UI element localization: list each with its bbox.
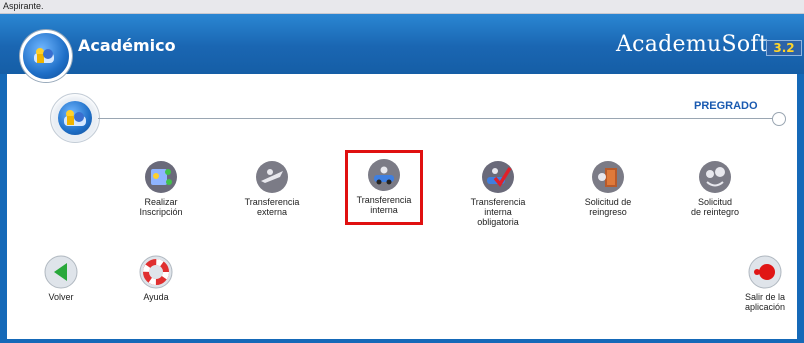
lifebuoy-icon <box>139 255 173 289</box>
section-divider-end <box>772 112 786 126</box>
checkmark-car-icon <box>481 160 515 194</box>
page-title: Académico <box>78 36 176 55</box>
option-transferencia-interna[interactable]: Transferencia interna <box>347 158 421 215</box>
plane-icon <box>255 160 289 194</box>
back-label: Volver <box>48 292 74 302</box>
section-divider <box>98 118 784 119</box>
option-solicitud-reintegro[interactable]: Solicitud de reintegro <box>680 160 750 217</box>
option-label: Solicitud de reingreso <box>584 197 632 217</box>
brand-logo-text: AcademuSoft <box>615 32 768 57</box>
brand-version-badge: 3.2 <box>766 40 802 56</box>
exit-application-button[interactable]: Salir de la aplicación <box>736 255 794 312</box>
option-transferencia-interna-obligatoria[interactable]: Transferencia interna obligatoria <box>458 160 538 227</box>
academic-logo-icon <box>20 30 72 82</box>
user-role-label: Aspirante. <box>3 1 44 11</box>
option-label: Realizar Inscripción <box>139 197 183 217</box>
app-header: Académico AcademuSoft 3.2 <box>0 14 804 74</box>
section-logo-icon <box>50 93 100 143</box>
option-label: Transferencia interna <box>356 195 412 215</box>
back-arrow-icon <box>44 255 78 289</box>
option-realizar-inscripcion[interactable]: Realizar Inscripción <box>126 160 196 217</box>
back-button[interactable]: Volver <box>40 255 82 302</box>
door-icon <box>591 160 625 194</box>
window-top-bar: Aspirante. <box>0 0 804 14</box>
exit-icon <box>748 255 782 289</box>
option-label: Transferencia interna obligatoria <box>470 197 526 227</box>
option-solicitud-reingreso[interactable]: Solicitud de reingreso <box>572 160 644 217</box>
option-label: Transferencia externa <box>244 197 300 217</box>
option-label: Solicitud de reintegro <box>690 197 740 217</box>
car-icon <box>367 158 401 192</box>
registration-icon <box>144 160 178 194</box>
option-transferencia-externa[interactable]: Transferencia externa <box>234 160 310 217</box>
help-label: Ayuda <box>143 292 169 302</box>
section-label: PREGRADO <box>694 100 758 112</box>
faces-icon <box>698 160 732 194</box>
exit-label: Salir de la aplicación <box>744 292 786 312</box>
help-button[interactable]: Ayuda <box>134 255 178 302</box>
